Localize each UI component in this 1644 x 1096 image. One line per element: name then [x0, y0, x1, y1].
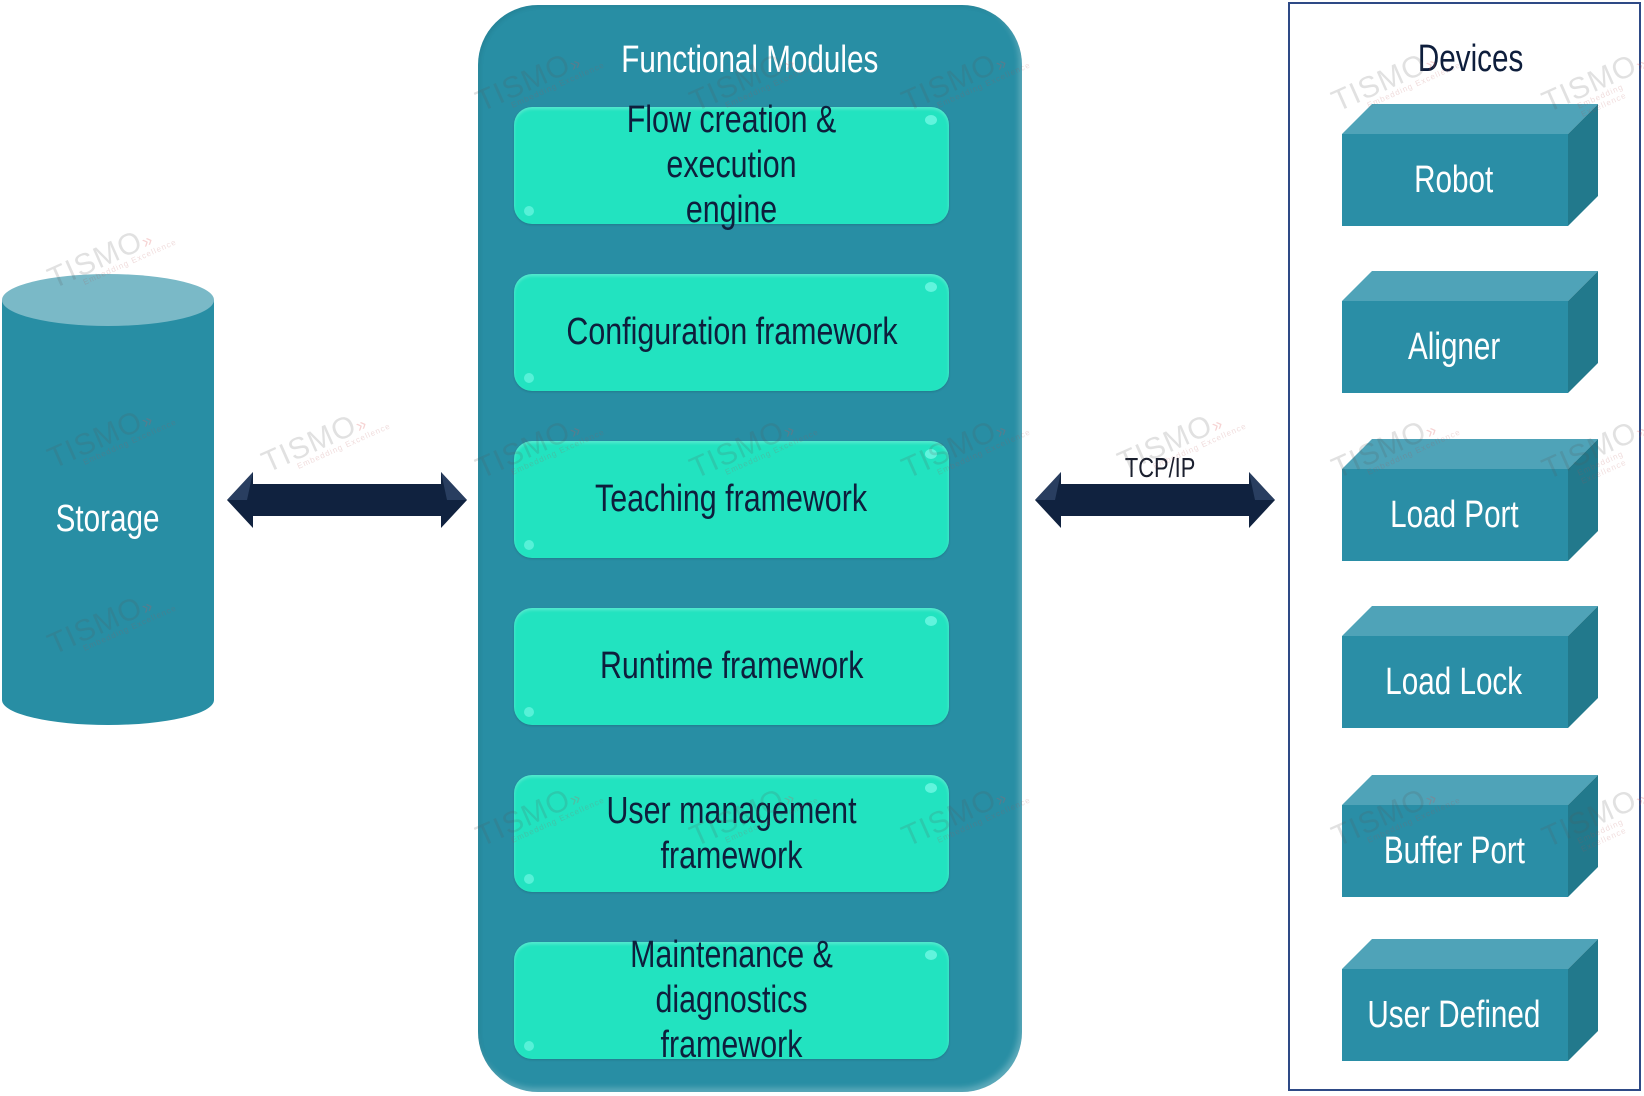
module-maintenance-diagnostics-framework: Maintenance & diagnostics framework [514, 934, 949, 1066]
device-buffer-port: Buffer Port [1342, 775, 1598, 897]
device-load-lock: Load Lock [1342, 606, 1598, 728]
device-label: Aligner [1407, 325, 1501, 368]
module-user-management-framework: User management framework [514, 775, 949, 892]
devices-title: Devices [1417, 38, 1524, 80]
device-user-defined: User Defined [1342, 939, 1598, 1061]
device-label: Load Port [1389, 493, 1519, 536]
device-aligner: Aligner [1342, 271, 1598, 393]
storage-cylinder: Storage [0, 270, 220, 730]
storage-label: Storage [56, 498, 160, 540]
device-label: Buffer Port [1383, 829, 1525, 872]
device-label: User Defined [1367, 993, 1541, 1036]
storage-modules-arrow [227, 471, 469, 529]
module-teaching-framework: Teaching framework [514, 441, 949, 558]
module-configuration-framework: Configuration framework [514, 274, 949, 391]
device-robot: Robot [1342, 104, 1598, 226]
watermark-logo: TISMO»Embedding Excellence [256, 408, 393, 480]
functional-modules-title: Functional Modules [621, 39, 879, 81]
device-label: Robot [1414, 158, 1494, 201]
device-label: Load Lock [1385, 660, 1523, 703]
functional-modules-panel: Functional Modules Flow creation & execu… [478, 5, 1022, 1092]
module-flow-engine: Flow creation & execution engine [514, 99, 949, 231]
module-runtime-framework: Runtime framework [514, 608, 949, 725]
tcp-ip-label: TCP/IP [1124, 452, 1196, 483]
device-load-port: Load Port [1342, 439, 1598, 561]
devices-panel: Devices Robot Aligner Load Port Load Loc… [1288, 2, 1641, 1091]
double-arrow-icon [227, 472, 467, 528]
